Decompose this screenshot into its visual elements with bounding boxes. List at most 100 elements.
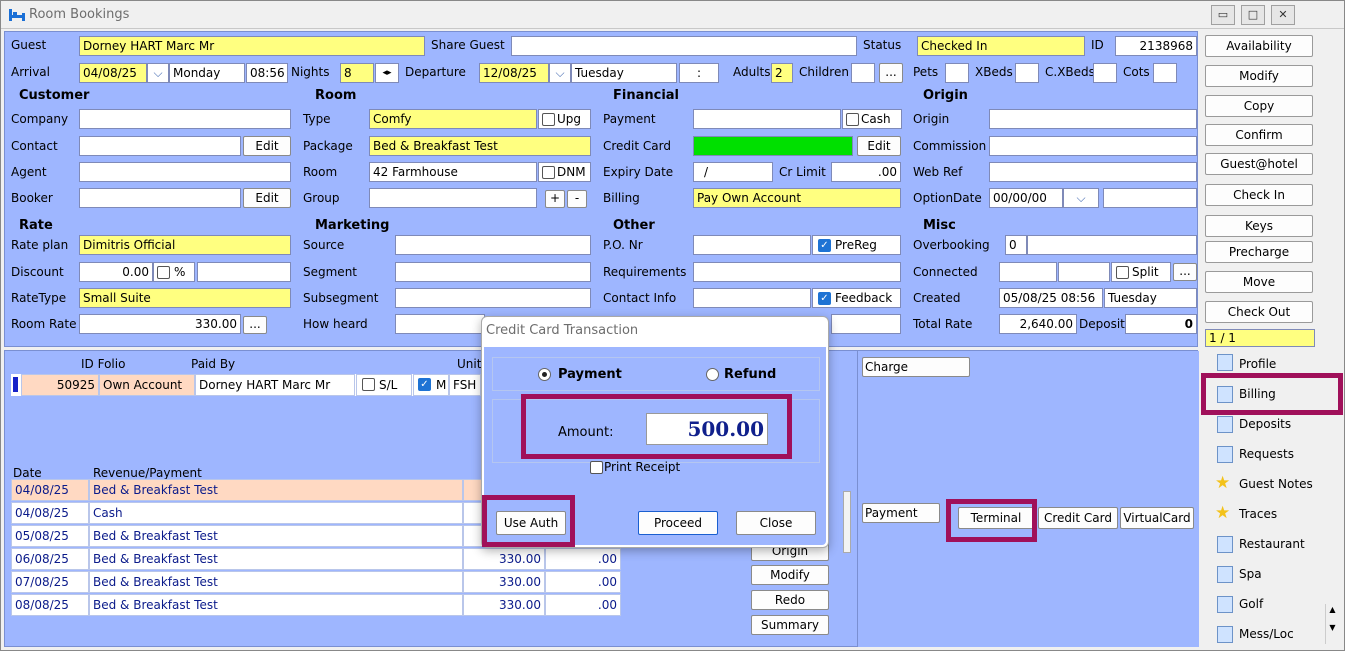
payment-tab-button[interactable]: Payment <box>862 503 940 523</box>
modify-button[interactable]: Modify <box>1205 65 1313 87</box>
commission-field[interactable] <box>989 136 1197 156</box>
payment-field[interactable] <box>693 109 841 129</box>
room-rate-field[interactable]: 330.00 <box>79 314 241 334</box>
overbooking-extra-field[interactable] <box>1027 235 1197 255</box>
room-rate-more-button[interactable]: ... <box>243 316 267 334</box>
copy-button[interactable]: Copy <box>1205 95 1313 117</box>
credit-card-field[interactable] <box>693 136 853 156</box>
cots-field[interactable] <box>1153 63 1177 83</box>
ledger-row[interactable]: 08/08/25 Bed & Breakfast Test 330.00.00 <box>11 594 621 616</box>
other-extra-field[interactable] <box>831 314 901 334</box>
cash-checkbox[interactable]: Cash <box>842 109 902 129</box>
amount-field[interactable]: 500.00 <box>646 413 768 445</box>
tab-requests[interactable]: Requests <box>1207 440 1339 468</box>
check-in-button[interactable]: Check In <box>1205 184 1313 206</box>
dnm-checkbox[interactable]: DNM <box>538 162 591 182</box>
scroll-up-icon[interactable]: ▲ <box>1326 604 1339 616</box>
tab-profile[interactable]: Profile <box>1207 350 1339 378</box>
discount-field[interactable]: 0.00 <box>79 262 153 282</box>
tab-guest-notes[interactable]: ★ Guest Notes <box>1207 470 1339 498</box>
summary-button[interactable]: Summary <box>751 615 829 635</box>
departure-date-field[interactable]: 12/08/25 <box>479 63 549 83</box>
connected-more-button[interactable]: ... <box>1173 263 1197 281</box>
share-guest-field[interactable] <box>511 36 857 56</box>
upgrade-checkbox[interactable]: Upg <box>538 109 591 129</box>
arrival-time-field[interactable]: 08:56 <box>246 63 288 83</box>
discount-extra-field[interactable] <box>197 262 291 282</box>
credit-card-button[interactable]: Credit Card <box>1038 507 1118 529</box>
split-checkbox[interactable]: Split <box>1111 262 1171 282</box>
tab-traces[interactable]: ★ Traces <box>1207 500 1339 528</box>
room-field[interactable]: 42 Farmhouse <box>369 162 537 182</box>
tab-mess-loc[interactable]: Mess/Loc <box>1207 620 1339 648</box>
prereg-checkbox[interactable]: ✓ PreReg <box>812 235 901 255</box>
nights-spinner-icon[interactable]: ◂▸ <box>375 63 399 83</box>
cxbeds-field[interactable] <box>1093 63 1117 83</box>
how-heard-field[interactable] <box>395 314 485 334</box>
minimize-button[interactable]: ▭ <box>1211 5 1235 25</box>
ledger-row[interactable]: 06/08/25 Bed & Breakfast Test 330.00.00 <box>11 548 621 570</box>
modify-ledger-button[interactable]: Modify <box>751 565 829 585</box>
folio-row[interactable]: 50925 Own Account Dorney HART Marc Mr S/… <box>11 374 481 396</box>
contact-info-field[interactable] <box>693 288 811 308</box>
scroll-down-icon[interactable]: ▼ <box>1326 622 1339 634</box>
tab-deposits[interactable]: Deposits <box>1207 410 1339 438</box>
company-field[interactable] <box>79 109 291 129</box>
nights-field[interactable]: 8 <box>340 63 374 83</box>
check-out-button[interactable]: Check Out <box>1205 301 1313 323</box>
tab-golf[interactable]: Golf <box>1207 590 1339 618</box>
option-date-field[interactable]: 00/00/00 <box>989 188 1063 208</box>
departure-time-field[interactable]: : <box>679 63 719 83</box>
group-add-button[interactable]: + <box>545 190 565 208</box>
children-more-button[interactable]: ... <box>879 63 903 83</box>
guest-field[interactable]: Dorney HART Marc Mr <box>79 36 425 56</box>
source-field[interactable] <box>395 235 591 255</box>
feedback-checkbox[interactable]: ✓ Feedback <box>812 288 901 308</box>
proceed-button[interactable]: Proceed <box>638 511 718 535</box>
tabs-scrollbar[interactable]: ▲ ▼ <box>1325 604 1339 644</box>
sl-checkbox[interactable]: S/L <box>356 374 412 396</box>
precharge-button[interactable]: Precharge <box>1205 241 1313 263</box>
tab-spa[interactable]: Spa <box>1207 560 1339 588</box>
requirements-field[interactable] <box>693 262 901 282</box>
tab-restaurant[interactable]: Restaurant <box>1207 530 1339 558</box>
scroll-thumb[interactable] <box>843 491 851 553</box>
children-field[interactable] <box>851 63 875 83</box>
contact-edit-button[interactable]: Edit <box>243 136 291 156</box>
refund-radio[interactable] <box>706 368 719 381</box>
agent-field[interactable] <box>79 162 291 182</box>
subsegment-field[interactable] <box>395 288 591 308</box>
discount-percent-checkbox[interactable]: % <box>153 262 195 282</box>
po-number-field[interactable] <box>693 235 811 255</box>
rate-type-field[interactable]: Small Suite <box>79 288 291 308</box>
maximize-button[interactable]: □ <box>1241 5 1265 25</box>
adults-field[interactable]: 2 <box>771 63 793 83</box>
pets-field[interactable] <box>945 63 969 83</box>
booker-edit-button[interactable]: Edit <box>243 188 291 208</box>
arrival-dropdown-icon[interactable]: ⌵ <box>147 63 169 83</box>
print-receipt-checkbox[interactable] <box>590 461 603 474</box>
option-date-dropdown-icon[interactable]: ⌵ <box>1063 188 1099 208</box>
web-ref-field[interactable] <box>989 162 1197 182</box>
use-auth-button[interactable]: Use Auth <box>496 511 566 535</box>
group-remove-button[interactable]: - <box>567 190 587 208</box>
status-field[interactable]: Checked In <box>917 36 1085 56</box>
virtual-card-button[interactable]: VirtualCard <box>1120 507 1194 529</box>
close-window-button[interactable]: ✕ <box>1271 5 1295 25</box>
contact-field[interactable] <box>79 136 241 156</box>
ledger-row[interactable]: 07/08/25 Bed & Breakfast Test 330.00.00 <box>11 571 621 593</box>
confirm-button[interactable]: Confirm <box>1205 124 1313 146</box>
cr-limit-field[interactable]: .00 <box>831 162 901 182</box>
overbooking-field[interactable]: 0 <box>1005 235 1027 255</box>
expiry-date-field[interactable]: / <box>693 162 773 182</box>
close-button[interactable]: Close <box>736 511 816 535</box>
xbeds-field[interactable] <box>1015 63 1039 83</box>
payment-radio[interactable] <box>538 368 551 381</box>
billing-field[interactable]: Pay Own Account <box>693 188 901 208</box>
origin-field[interactable] <box>989 109 1197 129</box>
m-checkbox[interactable]: ✓ M <box>413 374 449 396</box>
package-field[interactable]: Bed & Breakfast Test <box>369 136 591 156</box>
terminal-button[interactable]: Terminal <box>958 507 1034 529</box>
tab-billing[interactable]: Billing <box>1207 380 1339 408</box>
departure-dropdown-icon[interactable]: ⌵ <box>549 63 571 83</box>
